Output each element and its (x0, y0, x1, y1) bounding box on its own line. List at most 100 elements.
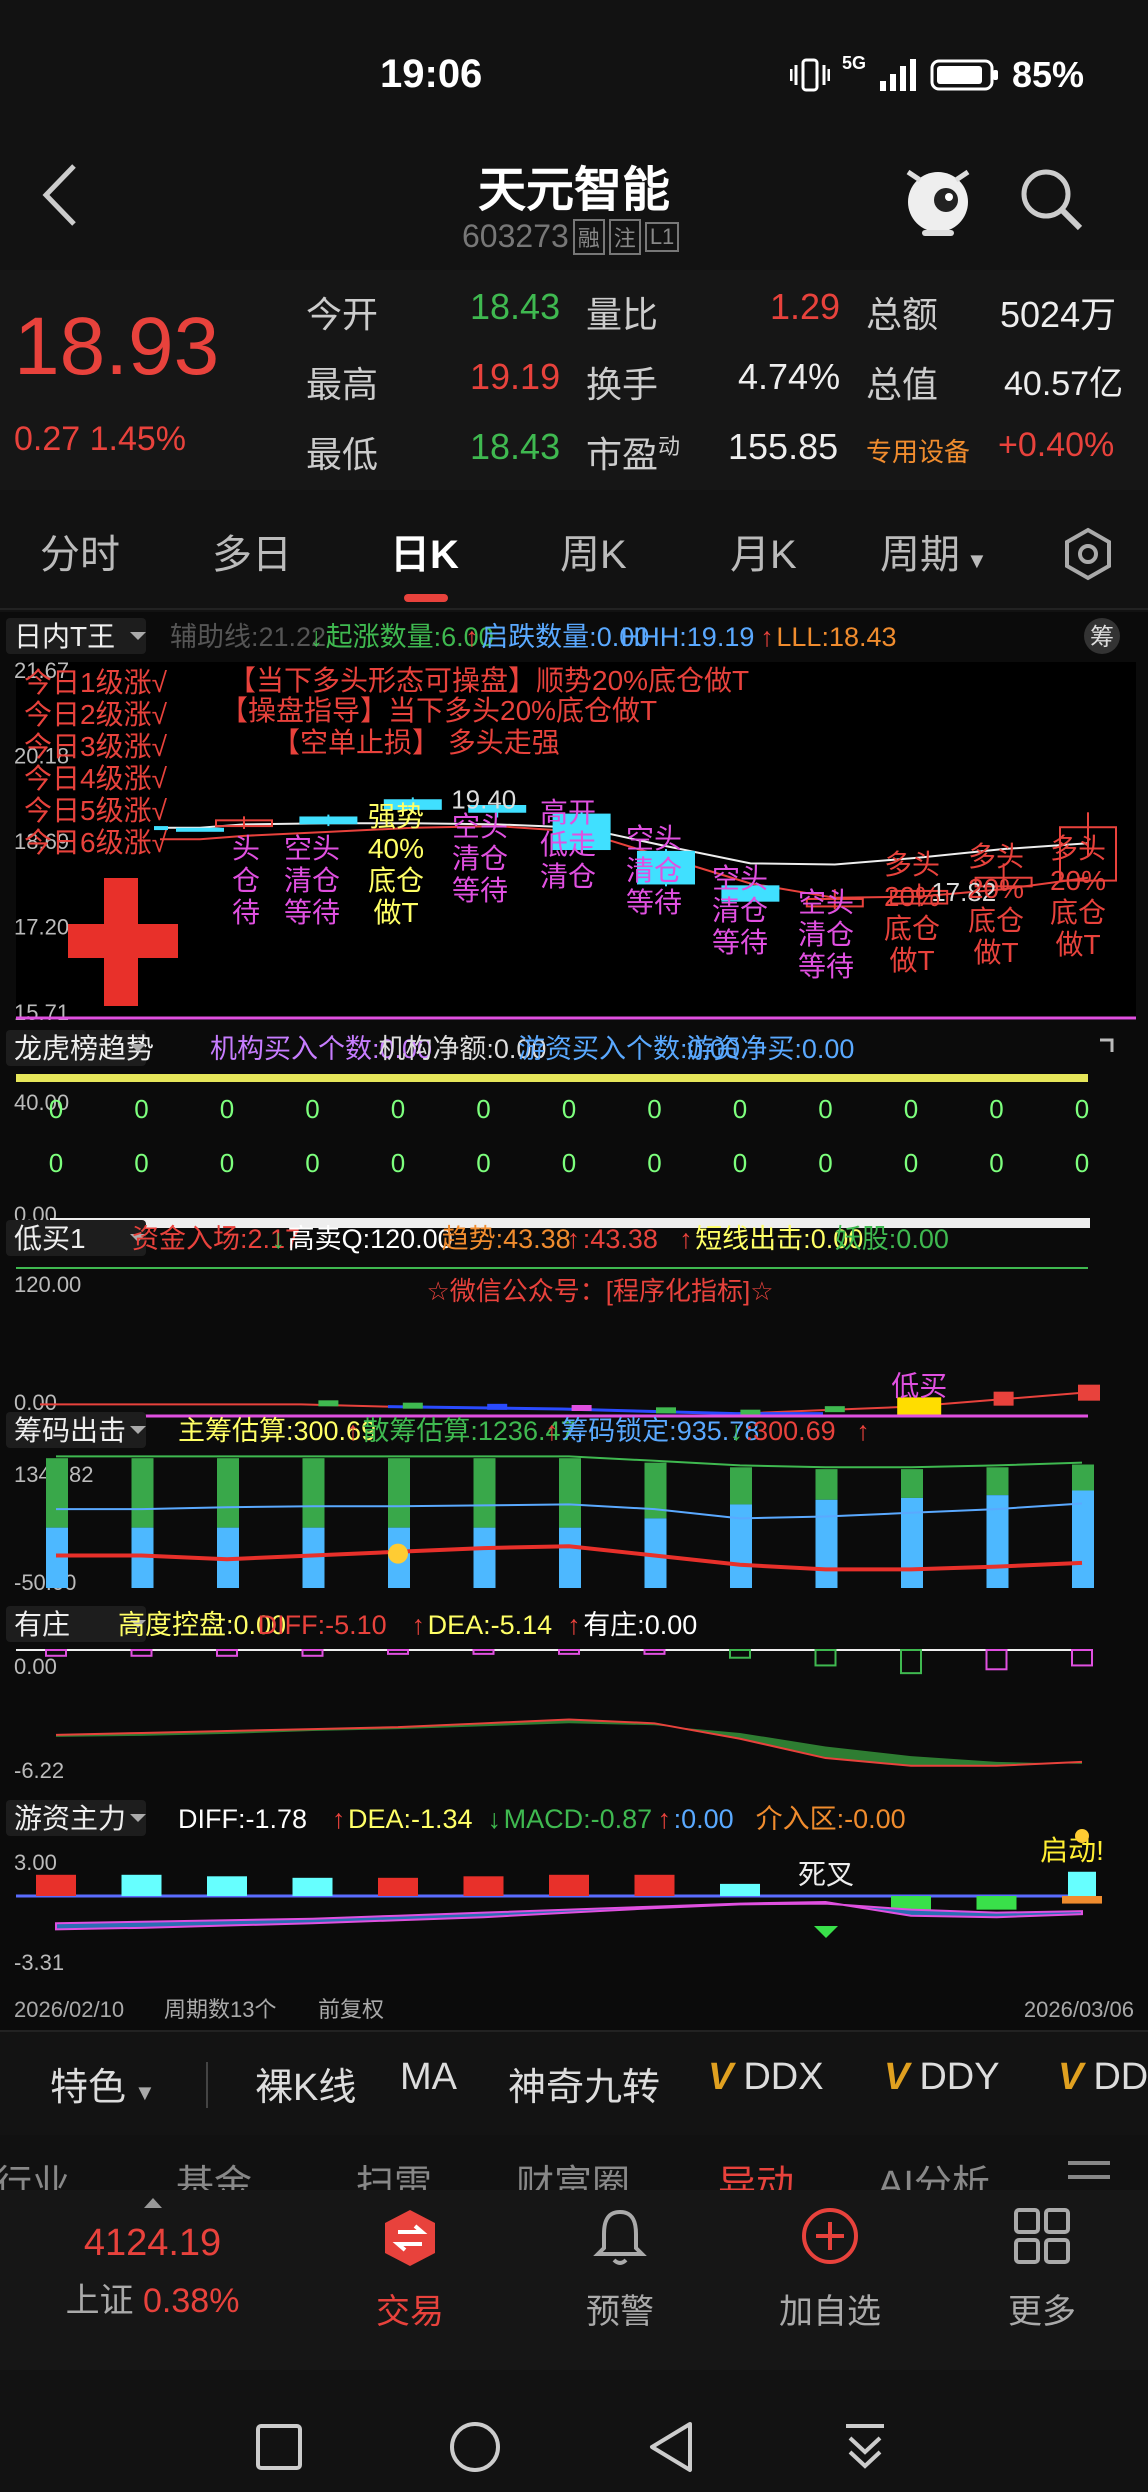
dealer-bar[interactable] (558, 1649, 580, 1655)
settings-hexagon-icon[interactable] (1060, 526, 1116, 582)
nav-trade[interactable]: 交易 (310, 2190, 510, 2370)
signal-marker (824, 1406, 845, 1413)
hot-money-bar[interactable] (292, 1877, 333, 1896)
candle-body[interactable] (299, 816, 358, 825)
main-chip-bar[interactable] (730, 1467, 752, 1505)
hot-money-bar[interactable] (121, 1874, 162, 1896)
nav-add-watchlist[interactable]: 加自选 (730, 2190, 930, 2370)
nav-more-label: 更多 (1008, 2293, 1076, 2331)
retail-chip-bar[interactable] (815, 1499, 838, 1588)
dealer-bar[interactable] (301, 1649, 324, 1657)
main-chip-bar[interactable] (559, 1458, 581, 1528)
panel1-field: ↑ (465, 622, 479, 652)
dealer-bar[interactable] (900, 1649, 922, 1675)
hot-money-bar[interactable] (891, 1896, 931, 1910)
dealer-bar[interactable] (130, 1649, 153, 1657)
panel1-field: LLL:18.43 (776, 622, 896, 652)
dealer-bar[interactable] (387, 1649, 409, 1655)
dealer-bar[interactable] (729, 1649, 751, 1659)
collapse-up-icon[interactable] (142, 2196, 164, 2210)
feature-special[interactable]: 特色 ▼ (50, 2056, 156, 2111)
signal-label: 高开 (540, 797, 596, 828)
sector-name[interactable]: 专用设备 (866, 432, 970, 469)
expand-icon[interactable] (1100, 1038, 1114, 1052)
panel6-field: ↑ (658, 1804, 672, 1834)
hot-money-bar[interactable] (720, 1883, 760, 1896)
tab-daily-k[interactable]: 日K (390, 522, 459, 580)
dealer-bar[interactable] (216, 1649, 238, 1657)
main-chip-bar[interactable] (131, 1458, 154, 1528)
recent-apps-icon[interactable] (254, 2422, 304, 2472)
feature-bar: 特色 ▼ 裸K线 MA 神奇九转 V DDX V DDY V DD (0, 2030, 1148, 2135)
panel6-field: :0.00 (674, 1804, 734, 1834)
hot-money-bar[interactable] (634, 1874, 675, 1896)
retail-chip-bar[interactable] (559, 1527, 581, 1588)
home-icon[interactable] (448, 2420, 502, 2474)
panel6-field: DIFF:-1.78 (178, 1804, 307, 1834)
main-chip-bar[interactable] (388, 1458, 410, 1528)
feature-ddx[interactable]: V DDX (708, 2056, 824, 2099)
main-chip-bar[interactable] (46, 1458, 68, 1528)
battery-level: 85% (1012, 54, 1085, 95)
dealer-bar[interactable] (472, 1649, 495, 1655)
main-chip-bar[interactable] (217, 1458, 239, 1528)
main-chip-bar[interactable] (986, 1467, 1009, 1496)
feature-ma[interactable]: MA (400, 2056, 457, 2099)
retail-chip-bar[interactable] (302, 1527, 325, 1588)
tab-monthly-k[interactable]: 月K (730, 522, 797, 580)
signal-label: 清仓 (540, 861, 596, 892)
nav-add-watchlist-label: 加自选 (779, 2293, 881, 2331)
v-badge-icon: V (1058, 2056, 1084, 2098)
retail-chip-bar[interactable] (1072, 1490, 1094, 1589)
tab-period[interactable]: 周期 ▼ (880, 522, 988, 580)
sort-icon[interactable] (1064, 2153, 1114, 2193)
hot-money-bar[interactable] (1068, 1871, 1096, 1896)
notification-shade-icon[interactable] (840, 2420, 890, 2474)
dealer-bar[interactable] (985, 1649, 1008, 1671)
nav-alert-label: 预警 (586, 2293, 654, 2331)
dealer-bar[interactable] (45, 1649, 67, 1657)
signal-label: 头 (232, 833, 260, 864)
tab-weekly-k[interactable]: 周K (560, 522, 627, 580)
back-triangle-icon[interactable] (646, 2420, 696, 2474)
hot-money-bar[interactable] (1062, 1896, 1102, 1904)
feature-bare-k[interactable]: 裸K线 (255, 2056, 356, 2111)
nav-more[interactable]: 更多 (942, 2190, 1142, 2370)
index-ticker[interactable]: 4124.19 上证 0.38% (0, 2222, 305, 2322)
main-chip-bar[interactable] (901, 1469, 923, 1498)
signal-label: 底仓 (1050, 897, 1106, 928)
search-icon[interactable] (1016, 164, 1086, 234)
hot-money-bar[interactable] (36, 1874, 76, 1896)
hot-money-bar[interactable] (378, 1877, 418, 1896)
nav-alert[interactable]: 预警 (520, 2190, 720, 2370)
retail-chip-bar[interactable] (46, 1527, 68, 1588)
main-chip-bar[interactable] (302, 1458, 325, 1528)
feature-ddy[interactable]: V DDY (884, 2056, 1000, 2099)
dealer-bar[interactable] (814, 1649, 837, 1667)
signal-label: 等待 (626, 887, 682, 918)
signal-marker (402, 1402, 423, 1409)
tab-multiday[interactable]: 多日 (212, 522, 292, 580)
main-chip-bar[interactable] (1072, 1464, 1094, 1491)
dealer-bar[interactable] (1071, 1649, 1093, 1667)
zero-count: 0 (647, 1094, 661, 1124)
candle-body[interactable] (176, 827, 224, 832)
feature-nine-turn[interactable]: 神奇九转 (508, 2056, 660, 2111)
panel4-field: ↓ (730, 1416, 744, 1446)
feature-dd[interactable]: V DD (1058, 2056, 1148, 2099)
indicator-svg[interactable]: 日内T王 辅助线:21.22↓ 起涨数量:6.00↑ 启跌数量:0.00HHH:19.… (0, 612, 1148, 2032)
main-chip-bar[interactable] (473, 1458, 496, 1528)
hot-money-bar[interactable] (549, 1874, 589, 1896)
stock-code: 603273 (462, 218, 569, 254)
hot-money-bar[interactable] (207, 1876, 247, 1896)
hot-money-bar[interactable] (463, 1876, 504, 1896)
y-tick-label: 15.71 (14, 1000, 69, 1025)
retail-chip-bar[interactable] (473, 1527, 496, 1588)
hot-money-bar[interactable] (976, 1896, 1017, 1910)
register-tag: 注 (608, 218, 641, 255)
tab-intraday[interactable]: 分时 (40, 522, 120, 580)
dealer-bar[interactable] (643, 1649, 666, 1655)
main-chip-bar[interactable] (815, 1469, 838, 1500)
assistant-robot-icon[interactable] (900, 158, 976, 238)
candle-body[interactable] (154, 826, 168, 831)
